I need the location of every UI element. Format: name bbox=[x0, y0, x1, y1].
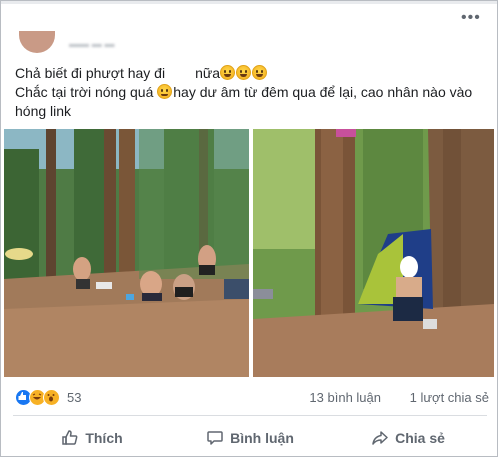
post-text: Chả biết đi phượt hay đi nữa Chắc tại trờ… bbox=[15, 64, 485, 121]
like-icon bbox=[62, 430, 78, 445]
reaction-icons[interactable] bbox=[15, 389, 63, 407]
post-text-line-3: hóng link bbox=[15, 103, 72, 119]
action-bar: Thích Bình luận Chia sẻ bbox=[13, 423, 487, 453]
photo-tent-girl[interactable] bbox=[253, 129, 494, 377]
grin-emoji-icon bbox=[236, 65, 252, 80]
wow-reaction-icon bbox=[43, 389, 60, 406]
share-button[interactable]: Chia sẻ bbox=[329, 423, 487, 453]
post-header: ▬▬ ▬ ▬ bbox=[13, 31, 313, 55]
comment-button[interactable]: Bình luận bbox=[171, 423, 329, 453]
photo-campsite-group[interactable] bbox=[4, 129, 249, 377]
reaction-count[interactable]: 53 bbox=[67, 390, 81, 405]
share-count[interactable]: 1 lượt chia sẻ bbox=[410, 390, 489, 405]
card-top-edge bbox=[1, 1, 497, 4]
comment-icon bbox=[207, 431, 223, 445]
like-button[interactable]: Thích bbox=[13, 423, 171, 453]
avatar[interactable] bbox=[19, 31, 55, 53]
post-card: ••• ▬▬ ▬ ▬ Chả biết đi phượt hay đi nữa C… bbox=[0, 0, 498, 457]
author-name-blurred: ▬▬ ▬ ▬ bbox=[69, 39, 115, 50]
post-text-line-2: Chắc tại trời nóng quá hay dư âm từ đêm … bbox=[15, 84, 473, 100]
comment-count[interactable]: 13 bình luận bbox=[309, 390, 381, 405]
share-label: Chia sẻ bbox=[395, 430, 445, 446]
post-text-line-1: Chả biết đi phượt hay đi nữa bbox=[15, 64, 485, 83]
divider bbox=[13, 415, 487, 416]
grin-emoji-icon bbox=[252, 65, 268, 80]
sweat-emoji-icon bbox=[157, 84, 173, 99]
comment-label: Bình luận bbox=[230, 430, 294, 446]
more-options-icon[interactable]: ••• bbox=[461, 10, 481, 26]
post-photos bbox=[4, 129, 494, 377]
share-icon bbox=[372, 431, 388, 445]
like-label: Thích bbox=[85, 430, 123, 446]
reactions-row: 53 13 bình luận 1 lượt chia sẻ bbox=[15, 387, 489, 409]
grin-emoji-icon bbox=[220, 65, 236, 80]
